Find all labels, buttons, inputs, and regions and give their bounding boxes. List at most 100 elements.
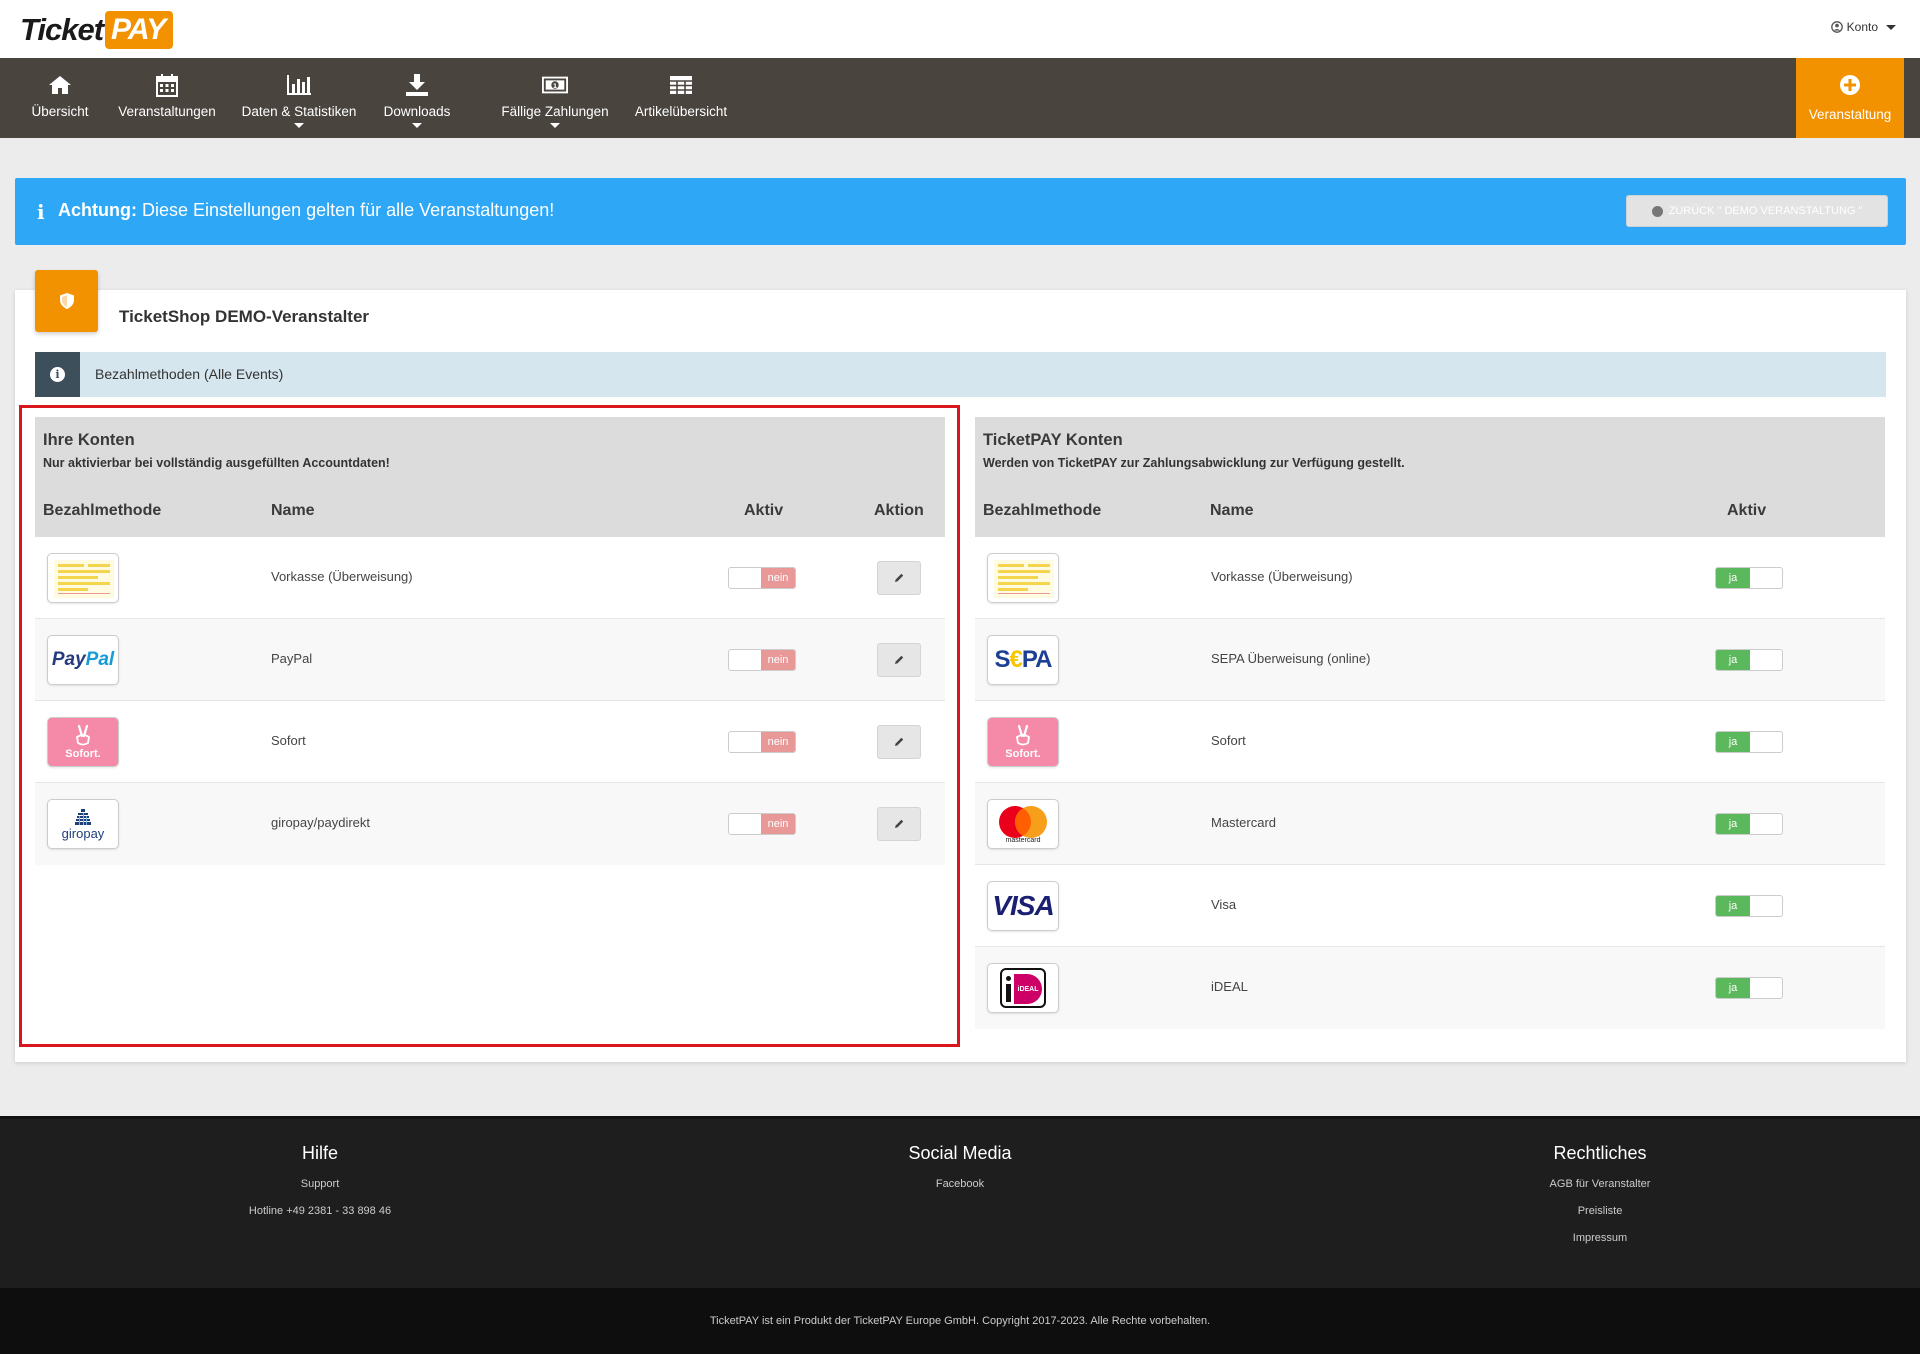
nav-veranstaltungen[interactable]: Veranstaltungen (118, 58, 216, 138)
payment-name: Vorkasse (Überweisung) (271, 569, 413, 584)
payment-name: iDEAL (1211, 979, 1248, 994)
alert-message: Diese Einstellungen gelten für alle Vera… (136, 200, 555, 220)
footer-hotline: Hotline +49 2381 - 33 898 46 (248, 1205, 392, 1217)
info-bar: i Bezahlmethoden (Alle Events) (35, 352, 1886, 397)
nav-downloads[interactable]: Downloads (382, 58, 452, 138)
bar-chart-icon (286, 72, 312, 98)
table-row: iDEAL iDEAL ja (975, 947, 1885, 1029)
top-header: Ticket PAY Konto (0, 0, 1920, 58)
footer-link-agb[interactable]: AGB für Veranstalter (1400, 1178, 1800, 1190)
footer-social-column: Social Media Facebook (760, 1143, 1160, 1205)
transfer-form-icon (987, 553, 1059, 603)
nav-label: Downloads (383, 104, 451, 119)
payment-name: PayPal (271, 651, 313, 666)
ticketpay-accounts-header: TicketPAY Konten Werden von TicketPAY zu… (975, 417, 1885, 537)
ideal-logo: iDEAL (987, 963, 1059, 1013)
alert-strong: Achtung: (58, 200, 137, 220)
money-icon: 1 (542, 72, 568, 98)
paypal-logo: PayPal (47, 635, 119, 685)
footer-legal-column: Rechtliches AGB für Veranstalter Preisli… (1400, 1143, 1800, 1259)
footer-link-support[interactable]: Support (120, 1178, 520, 1190)
alert-text: Achtung: Diese Einstellungen gelten für … (58, 200, 554, 221)
active-toggle[interactable]: nein (728, 649, 796, 671)
back-to-demo-button[interactable]: ZURÜCK " DEMO VERANSTALTUNG " (1626, 195, 1888, 227)
logo-pay-text: PAY (105, 11, 174, 49)
settings-alert: i Achtung: Diese Einstellungen gelten fü… (15, 178, 1906, 245)
mastercard-logo: mastercard (987, 799, 1059, 849)
download-icon (404, 72, 430, 98)
toggle-on-label: ja (1716, 650, 1750, 670)
nav-label: Fällige Zahlungen (501, 104, 609, 119)
shield-icon (35, 270, 98, 332)
active-toggle[interactable]: nein (728, 567, 796, 589)
edit-button[interactable] (877, 643, 921, 677)
nav-uebersicht[interactable]: Übersicht (28, 58, 92, 138)
ticketpay-accounts-section: TicketPAY Konten Werden von TicketPAY zu… (975, 417, 1885, 1029)
nav-label: Veranstaltungen (118, 104, 216, 119)
active-toggle[interactable]: ja (1715, 895, 1783, 917)
nav-artikeluebersicht[interactable]: Artikelübersicht (634, 58, 728, 138)
payment-name: Sofort (271, 733, 306, 748)
col-header-aktion: Aktion (874, 502, 924, 519)
edit-button[interactable] (877, 807, 921, 841)
own-accounts-section: Ihre Konten Nur aktivierbar bei vollstän… (35, 417, 945, 865)
active-toggle[interactable]: ja (1715, 813, 1783, 835)
toggle-on-label: ja (1716, 814, 1750, 834)
footer-link-impressum[interactable]: Impressum (1400, 1232, 1800, 1244)
toggle-on-label: ja (1716, 732, 1750, 752)
mastercard-text: mastercard (1005, 836, 1041, 844)
ticketpay-accounts-title: TicketPAY Konten (983, 431, 1123, 449)
table-icon (668, 72, 694, 98)
footer-link-facebook[interactable]: Facebook (760, 1178, 1160, 1190)
toggle-on-label: ja (1716, 896, 1750, 916)
active-toggle[interactable]: nein (728, 731, 796, 753)
sepa-logo: S€PA (987, 635, 1059, 685)
nav-faellige-zahlungen[interactable]: 1 Fällige Zahlungen (500, 58, 610, 138)
giropay-text: giropay (61, 825, 105, 841)
visa-text: VISA (992, 890, 1054, 921)
new-veranstaltung-button[interactable]: Veranstaltung (1796, 58, 1904, 138)
nav-label: Artikelübersicht (634, 104, 728, 119)
ticketpay-logo[interactable]: Ticket PAY (20, 10, 174, 50)
giropay-logo: giropay (47, 799, 119, 849)
panel-title: TicketShop DEMO-Veranstalter (119, 307, 370, 326)
back-button-label: ZURÜCK " DEMO VERANSTALTUNG " (1668, 205, 1863, 217)
table-row: Vorkasse (Überweisung) ja (975, 537, 1885, 619)
calendar-icon (154, 72, 180, 98)
pencil-icon (895, 573, 904, 582)
col-header-bezahlmethode: Bezahlmethode (983, 502, 1102, 519)
copyright-bar: TicketPAY ist ein Produkt der TicketPAY … (0, 1288, 1920, 1354)
caret-down-icon (550, 123, 560, 128)
main-navbar: Übersicht Veranstaltungen Daten & Statis… (0, 58, 1920, 138)
payment-name: SEPA Überweisung (online) (1211, 651, 1371, 666)
toggle-on-label: ja (1716, 568, 1750, 588)
footer-link-preisliste[interactable]: Preisliste (1400, 1205, 1800, 1217)
active-toggle[interactable]: ja (1715, 731, 1783, 753)
payment-name: Sofort (1211, 733, 1246, 748)
footer: Hilfe Support Hotline +49 2381 - 33 898 … (0, 1116, 1920, 1288)
col-header-bezahlmethode: Bezahlmethode (43, 502, 162, 519)
active-toggle[interactable]: ja (1715, 567, 1783, 589)
paypal-text-a: Pay (51, 649, 86, 670)
active-toggle[interactable]: nein (728, 813, 796, 835)
caret-down-icon (1886, 24, 1896, 30)
table-row: VISA Visa ja (975, 865, 1885, 947)
edit-button[interactable] (877, 561, 921, 595)
ideal-text: iDEAL (1017, 985, 1039, 993)
copyright-text: TicketPAY ist ein Produkt der TicketPAY … (709, 1315, 1211, 1327)
account-menu[interactable]: Konto (1830, 20, 1896, 34)
user-circle-icon (1830, 21, 1843, 33)
payment-name: Mastercard (1211, 815, 1277, 830)
table-row: Vorkasse (Überweisung) nein (35, 537, 945, 619)
info-icon: i (37, 200, 45, 224)
col-header-name: Name (1210, 502, 1254, 519)
active-toggle[interactable]: ja (1715, 649, 1783, 671)
edit-button[interactable] (877, 725, 921, 759)
info-circle-icon: i (35, 352, 80, 397)
toggle-off-label: nein (761, 568, 795, 588)
payment-name: Visa (1211, 897, 1237, 912)
active-toggle[interactable]: ja (1715, 977, 1783, 999)
nav-daten-statistiken[interactable]: Daten & Statistiken (242, 58, 356, 138)
ticketpay-accounts-subtitle: Werden von TicketPAY zur Zahlungsabwickl… (983, 456, 1405, 470)
footer-help-title: Hilfe (301, 1143, 338, 1163)
